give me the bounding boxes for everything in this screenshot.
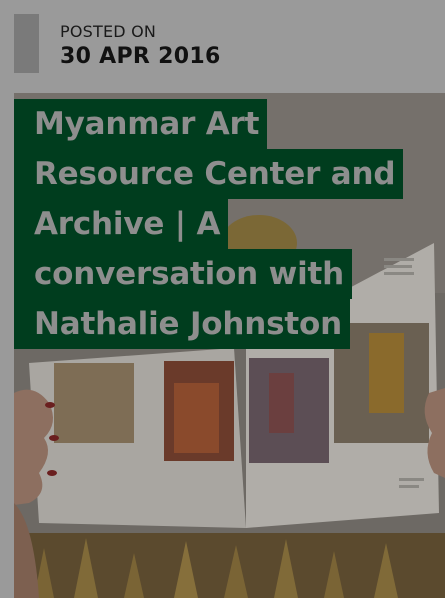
post-title-line[interactable]: Archive | A [14, 199, 229, 249]
post-title-line[interactable]: Myanmar Art [14, 99, 268, 149]
posted-date: 30 APR 2016 [60, 44, 221, 69]
post-title-line[interactable]: Resource Center and [14, 149, 404, 199]
post-title-line[interactable]: Nathalie Johnston [14, 299, 350, 349]
post-title[interactable]: Myanmar Art Resource Center and Archive … [14, 99, 404, 349]
posted-on-label: POSTED ON [60, 22, 157, 41]
post-title-line[interactable]: conversation with [14, 249, 352, 299]
date-accent-bar [14, 14, 39, 73]
post-card: POSTED ON 30 APR 2016 Myanmar Art Resour… [0, 0, 445, 598]
